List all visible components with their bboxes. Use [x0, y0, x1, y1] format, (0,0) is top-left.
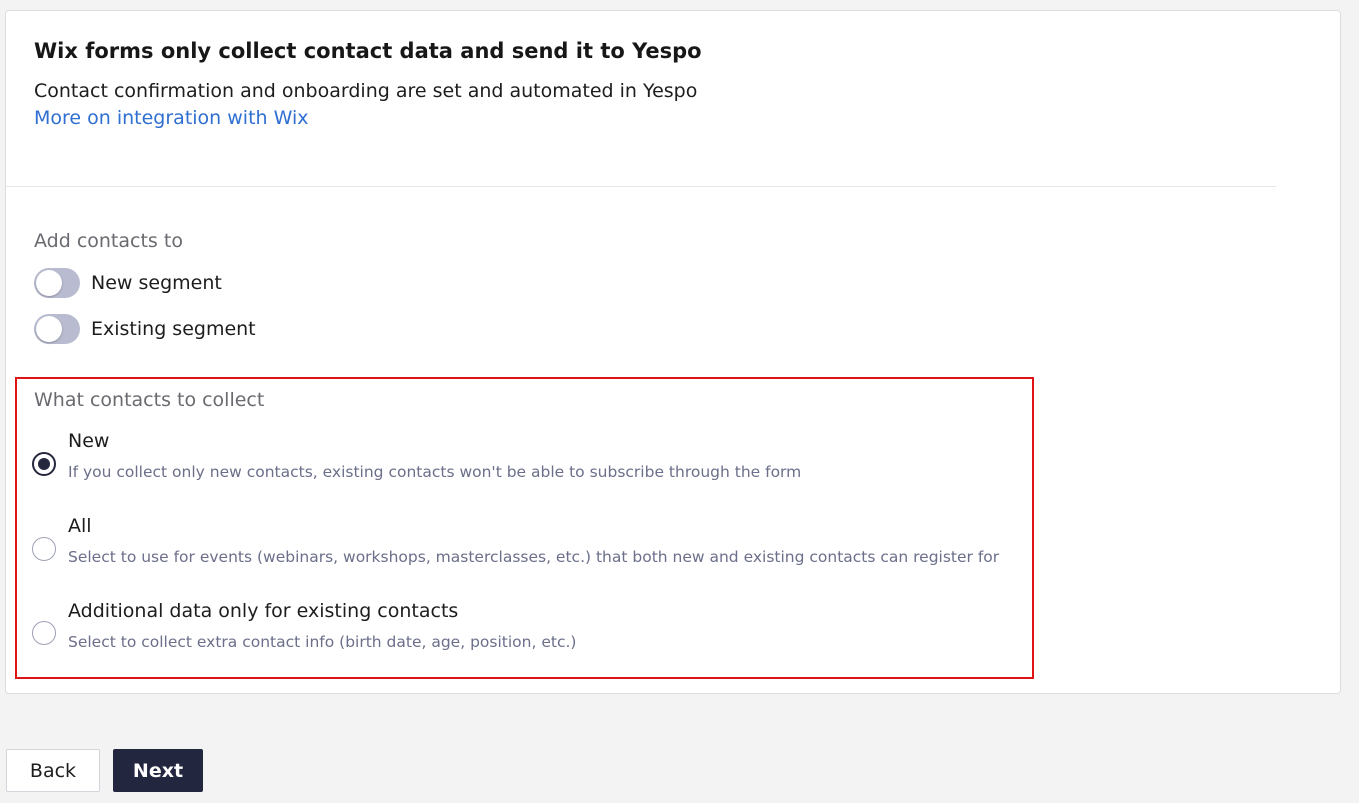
- radio-all-title: All: [68, 515, 92, 537]
- add-contacts-label: Add contacts to: [34, 230, 183, 252]
- radio-all-description: Select to use for events (webinars, work…: [68, 548, 1000, 566]
- new-segment-toggle[interactable]: [34, 268, 80, 298]
- existing-segment-toggle-row[interactable]: Existing segment: [34, 314, 256, 344]
- radio-all[interactable]: [32, 537, 56, 561]
- new-segment-label: New segment: [91, 272, 222, 294]
- radio-additional-data-title: Additional data only for existing contac…: [68, 600, 459, 622]
- radio-additional-data-description: Select to collect extra contact info (bi…: [68, 633, 577, 651]
- back-button[interactable]: Back: [6, 749, 100, 792]
- collect-contacts-label: What contacts to collect: [34, 389, 265, 411]
- page-subtitle: Contact confirmation and onboarding are …: [34, 80, 698, 102]
- existing-segment-label: Existing segment: [91, 318, 256, 340]
- radio-new-description: If you collect only new contacts, existi…: [68, 463, 802, 481]
- wix-integration-link[interactable]: More on integration with Wix: [34, 107, 309, 129]
- toggle-knob: [36, 270, 62, 296]
- new-segment-toggle-row[interactable]: New segment: [34, 268, 222, 298]
- divider: [6, 186, 1276, 187]
- radio-additional-data[interactable]: [32, 621, 56, 645]
- existing-segment-toggle[interactable]: [34, 314, 80, 344]
- radio-new-title: New: [68, 430, 110, 452]
- next-button[interactable]: Next: [113, 749, 203, 792]
- radio-new[interactable]: [32, 452, 56, 476]
- page-title: Wix forms only collect contact data and …: [34, 39, 702, 63]
- settings-card: Wix forms only collect contact data and …: [5, 10, 1341, 694]
- toggle-knob: [36, 316, 62, 342]
